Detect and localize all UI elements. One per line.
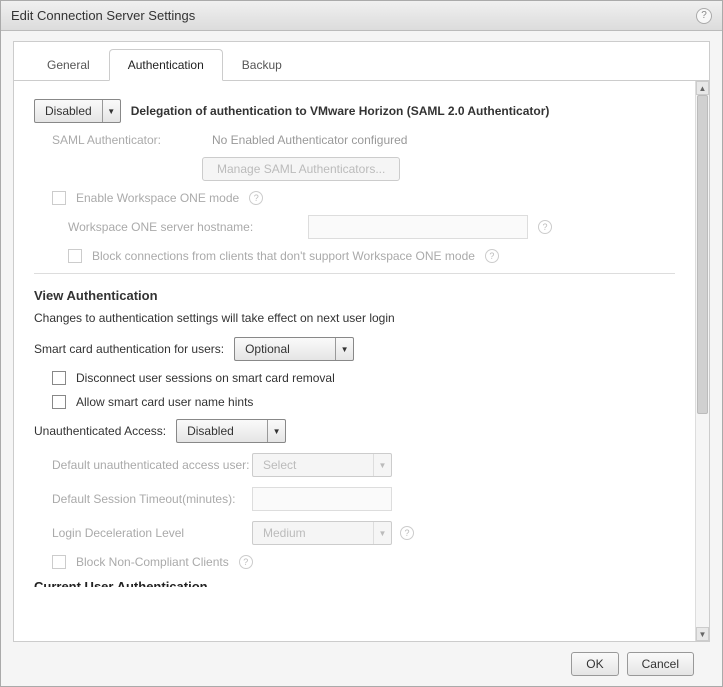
block-noncompliant-label: Block Non-Compliant Clients [76,555,229,569]
disconnect-removal-label: Disconnect user sessions on smart card r… [76,371,335,385]
help-icon[interactable]: ? [249,191,263,205]
scroll-thumb[interactable] [697,95,708,414]
login-decel-label: Login Deceleration Level [52,526,252,540]
titlebar: Edit Connection Server Settings ? [1,1,722,31]
dialog: Edit Connection Server Settings ? Genera… [0,0,723,687]
smartcard-label: Smart card authentication for users: [34,342,224,356]
cutoff-section-title: Current User Authentication [34,579,675,587]
scrollbar[interactable]: ▲ ▼ [695,81,709,641]
unauth-access-dropdown[interactable]: Disabled ▼ [176,419,286,443]
ws1-hostname-input [308,215,528,239]
ok-button[interactable]: OK [571,652,618,676]
tab-general[interactable]: General [28,49,109,81]
block-noncompliant-row: Block Non-Compliant Clients ? [52,555,675,569]
unauth-access-label: Unauthenticated Access: [34,424,166,438]
block-ws1-checkbox [68,249,82,263]
session-timeout-label: Default Session Timeout(minutes): [52,492,252,506]
allow-hints-checkbox[interactable] [52,395,66,409]
disconnect-removal-checkbox[interactable] [52,371,66,385]
scroll-up-icon[interactable]: ▲ [696,81,709,95]
outer-content: General Authentication Backup Disabled ▼… [1,31,722,686]
tabs: General Authentication Backup [14,48,709,81]
disconnect-removal-row: Disconnect user sessions on smart card r… [52,371,675,385]
session-timeout-input [252,487,392,511]
cancel-button[interactable]: Cancel [627,652,694,676]
chevron-down-icon: ▼ [335,338,353,360]
scroll-wrap: Disabled ▼ Delegation of authentication … [14,81,709,641]
unauth-access-row: Unauthenticated Access: Disabled ▼ [34,419,675,443]
view-auth-title: View Authentication [34,288,675,303]
chevron-down-icon: ▼ [373,522,391,544]
enable-ws1-label: Enable Workspace ONE mode [76,191,239,205]
allow-hints-label: Allow smart card user name hints [76,395,253,409]
help-icon[interactable]: ? [400,526,414,540]
footer: OK Cancel [13,642,710,676]
enable-ws1-checkbox [52,191,66,205]
chevron-down-icon: ▼ [373,454,391,476]
saml-authenticator-value: No Enabled Authenticator configured [212,133,407,147]
dialog-title: Edit Connection Server Settings [11,8,195,23]
help-icon[interactable]: ? [239,555,253,569]
dropdown-value: Optional [235,342,335,356]
saml-delegation-row: Disabled ▼ Delegation of authentication … [34,99,675,123]
smartcard-dropdown[interactable]: Optional ▼ [234,337,354,361]
block-ws1-row: Block connections from clients that don'… [68,249,675,263]
form-area: Disabled ▼ Delegation of authentication … [14,81,695,641]
content-panel: General Authentication Backup Disabled ▼… [13,41,710,642]
scroll-down-icon[interactable]: ▼ [696,627,709,641]
dropdown-value: Disabled [35,104,102,118]
block-noncompliant-checkbox [52,555,66,569]
scroll-track[interactable] [696,95,709,627]
help-icon[interactable]: ? [485,249,499,263]
saml-delegation-dropdown[interactable]: Disabled ▼ [34,99,121,123]
chevron-down-icon: ▼ [267,420,285,442]
help-icon[interactable]: ? [696,8,712,24]
allow-hints-row: Allow smart card user name hints [52,395,675,409]
manage-saml-button[interactable]: Manage SAML Authenticators... [202,157,400,181]
default-unauth-user-dropdown: Select ▼ [252,453,392,477]
saml-authenticator-label: SAML Authenticator: [52,133,202,147]
view-auth-notice: Changes to authentication settings will … [34,311,675,325]
login-decel-row: Login Deceleration Level Medium ▼ ? [52,521,675,545]
smartcard-row: Smart card authentication for users: Opt… [34,337,675,361]
login-decel-dropdown: Medium ▼ [252,521,392,545]
dropdown-value: Select [253,458,373,472]
default-unauth-user-row: Default unauthenticated access user: Sel… [52,453,675,477]
ws1-hostname-label: Workspace ONE server hostname: [68,220,298,234]
dropdown-value: Disabled [177,424,267,438]
tab-backup[interactable]: Backup [223,49,301,81]
manage-saml-row: Manage SAML Authenticators... [202,157,675,181]
dropdown-value: Medium [253,526,373,540]
help-icon[interactable]: ? [538,220,552,234]
chevron-down-icon: ▼ [102,100,120,122]
block-ws1-label: Block connections from clients that don'… [92,249,475,263]
saml-heading: Delegation of authentication to VMware H… [131,104,550,118]
default-unauth-user-label: Default unauthenticated access user: [52,458,252,472]
tab-authentication[interactable]: Authentication [109,49,223,81]
section-separator [34,273,675,274]
saml-authenticator-row: SAML Authenticator: No Enabled Authentic… [52,133,675,147]
ws1-hostname-row: Workspace ONE server hostname: ? [68,215,675,239]
session-timeout-row: Default Session Timeout(minutes): [52,487,675,511]
enable-ws1-row: Enable Workspace ONE mode ? [52,191,675,205]
